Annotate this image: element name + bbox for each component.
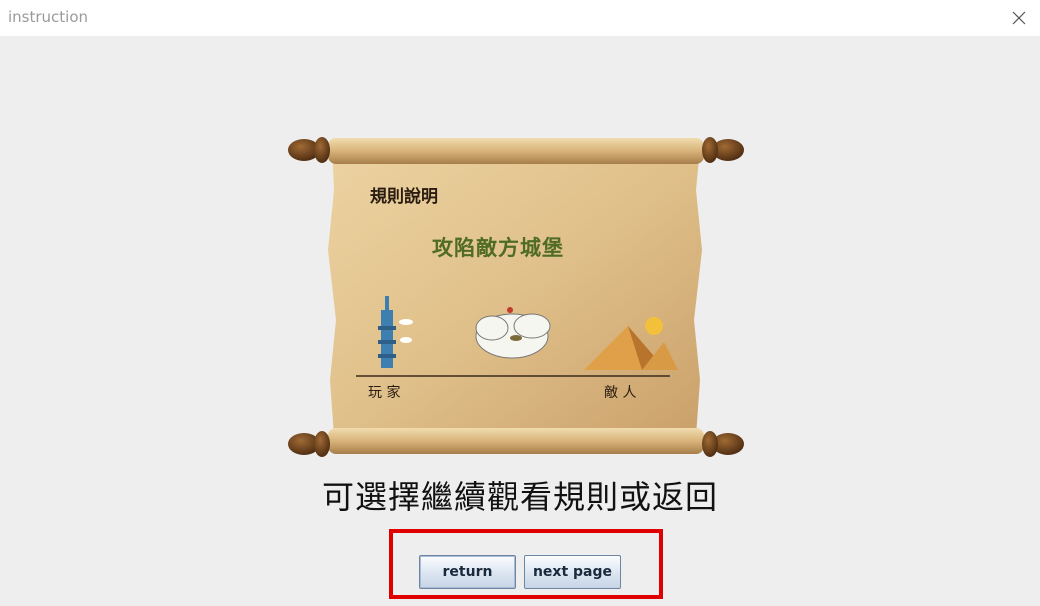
rules-heading: 規則說明 (370, 187, 438, 207)
instruction-prompt: 可選擇繼續觀看規則或返回 (321, 478, 718, 516)
window-title: instruction (8, 8, 89, 26)
next-page-button[interactable]: next page (524, 555, 621, 589)
close-button[interactable] (1008, 7, 1030, 29)
parchment-scroll-graphic (288, 137, 744, 457)
return-button[interactable]: return (419, 555, 516, 589)
rules-scroll-image: 規則說明 攻陷敵方城堡 玩 家 敵 人 (282, 130, 750, 462)
enemy-label: 敵 人 (604, 385, 637, 401)
player-label: 玩 家 (368, 385, 401, 401)
close-icon (1012, 11, 1026, 25)
title-bar: instruction (0, 0, 1040, 36)
scroll-subtitle: 攻陷敵方城堡 (432, 236, 564, 260)
